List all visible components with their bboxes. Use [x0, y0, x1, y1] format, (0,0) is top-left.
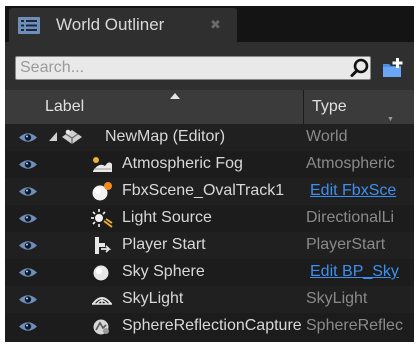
eye-icon[interactable] — [18, 293, 38, 306]
row-label: Light Source — [122, 209, 212, 226]
label-column-header[interactable]: Label — [45, 98, 84, 116]
list-icon — [18, 17, 40, 34]
eye-icon[interactable] — [18, 212, 38, 225]
table-row[interactable]: SphereReflectionCapture SphereReflec — [5, 313, 414, 340]
column-header: Label Type ▼ — [5, 90, 414, 124]
table-row[interactable]: Atmospheric Fog Atmospheric — [5, 151, 414, 178]
close-icon[interactable]: ✖ — [210, 17, 221, 33]
world-icon — [62, 129, 82, 144]
row-type: SkyLight — [306, 290, 368, 307]
skylight-icon — [92, 297, 112, 305]
expand-arrow-icon[interactable] — [49, 132, 57, 141]
row-type-link[interactable]: Edit BP_Sky — [310, 263, 412, 281]
type-column-header[interactable]: Type — [312, 98, 347, 116]
tab-world-outliner[interactable]: World Outliner ✖ — [9, 8, 237, 42]
table-row[interactable]: NewMap (Editor) World — [5, 124, 414, 151]
sphere-icon — [93, 265, 109, 281]
chevron-down-icon[interactable]: ▼ — [387, 116, 394, 123]
row-label: NewMap (Editor) — [105, 128, 226, 145]
search-input[interactable] — [20, 57, 338, 79]
add-folder-icon[interactable] — [381, 57, 405, 79]
row-type: Atmospheric — [306, 155, 395, 172]
table-row[interactable]: Player Start PlayerStart — [5, 232, 414, 259]
fog-icon — [93, 157, 112, 172]
eye-icon[interactable] — [18, 320, 38, 333]
sun-icon — [91, 209, 113, 228]
outliner-rows: NewMap (Editor) World Atmospheric Fog At… — [5, 124, 414, 340]
search-box[interactable] — [15, 56, 371, 80]
row-type: SphereReflec — [306, 317, 403, 334]
table-row[interactable]: FbxScene_OvalTrack1 Edit FbxSce — [5, 178, 414, 205]
row-label: SkyLight — [122, 290, 184, 307]
sort-ascending-icon[interactable] — [170, 93, 180, 99]
row-label: SphereReflectionCapture — [122, 317, 302, 334]
eye-icon[interactable] — [18, 158, 38, 171]
eye-icon[interactable] — [18, 131, 38, 144]
column-divider[interactable] — [303, 90, 304, 124]
world-outliner-panel: World Outliner ✖ Label Type ▼ — [5, 6, 414, 342]
row-label: Player Start — [122, 236, 206, 253]
row-type: PlayerStart — [306, 236, 386, 253]
search-icon[interactable] — [350, 58, 370, 78]
tab-strip: World Outliner ✖ — [5, 6, 414, 42]
row-label: Atmospheric Fog — [122, 155, 243, 172]
row-type: DirectionalLi — [306, 209, 395, 226]
row-type: World — [306, 128, 348, 145]
row-type-link[interactable]: Edit FbxSce — [310, 182, 412, 200]
eye-icon[interactable] — [18, 239, 38, 252]
row-label: Sky Sphere — [122, 263, 205, 280]
player-start-icon — [95, 237, 112, 254]
reflection-capture-icon — [93, 319, 109, 335]
blueprint-sphere-icon — [92, 182, 112, 201]
table-row[interactable]: SkyLight SkyLight — [5, 286, 414, 313]
table-row[interactable]: Light Source DirectionalLi — [5, 205, 414, 232]
tab-title: World Outliner — [56, 15, 165, 34]
eye-icon[interactable] — [18, 266, 38, 279]
eye-icon[interactable] — [18, 185, 38, 198]
search-toolbar — [5, 42, 414, 90]
table-row[interactable]: Sky Sphere Edit BP_Sky — [5, 259, 414, 286]
row-label: FbxScene_OvalTrack1 — [122, 182, 285, 199]
